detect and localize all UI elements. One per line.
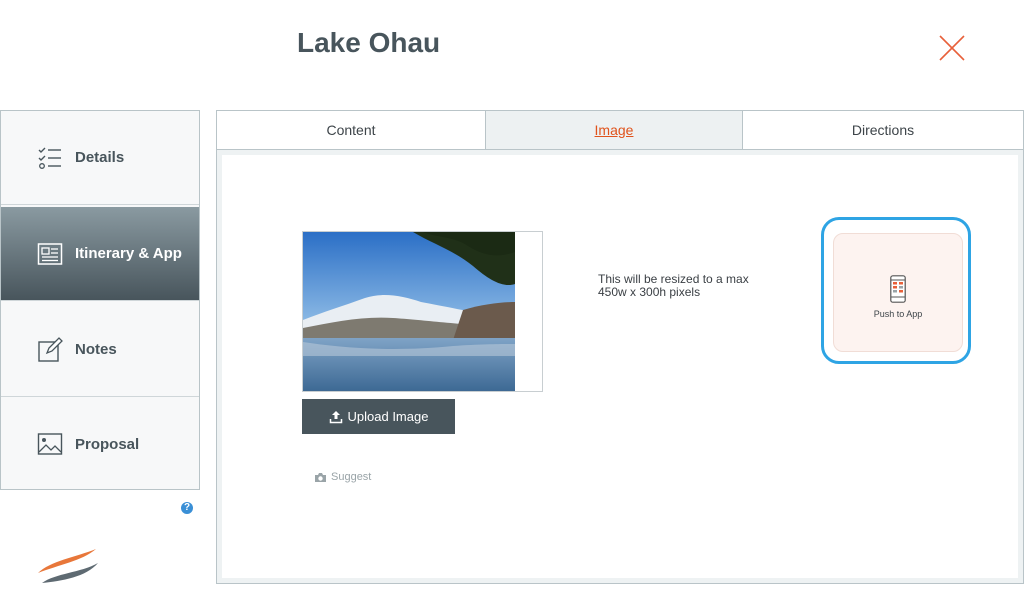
sidebar-item-label: Proposal [75,435,140,453]
sidebar-item-proposal[interactable]: Proposal [1,397,199,491]
lake-photo [303,232,515,391]
image-preview [302,231,543,392]
upload-image-button[interactable]: Upload Image [302,399,455,434]
sidebar-item-notes[interactable]: Notes [1,303,199,397]
main-panel: Content Image Directions Upload Image Su… [216,110,1024,584]
suggest-link[interactable]: Suggest [314,471,371,483]
sidebar-item-itinerary[interactable]: Itinerary & App [1,207,199,301]
sidebar: Details Itinerary & App Notes Proposal [0,110,200,490]
edit-icon [38,336,63,362]
sidebar-item-label: Notes [75,341,117,358]
page-title: Lake Ohau [297,27,441,58]
image-icon [37,433,63,455]
tab-directions[interactable]: Directions [743,111,1023,150]
image-tab-content: Upload Image Suggest This will be resize… [222,155,1018,578]
checklist-icon [38,147,61,169]
push-to-app-focus-ring: Push to App [821,217,971,364]
tab-bar: Content Image Directions [217,111,1023,150]
sidebar-item-label: Itinerary & App [75,245,182,262]
upload-icon [329,410,342,423]
sidebar-item-label: Details [75,149,125,166]
upload-image-label: Upload Image [347,409,429,424]
push-to-app-button[interactable]: Push to App [833,233,963,352]
phone-icon [890,275,906,303]
tab-image[interactable]: Image [486,111,743,150]
suggest-label: Suggest [331,471,372,483]
close-icon[interactable] [938,34,966,62]
sidebar-item-details[interactable]: Details [1,111,199,205]
tab-content[interactable]: Content [217,111,486,150]
push-to-app-label: Push to App [873,309,923,319]
resize-note: This will be resized to a max 450w x 300… [598,272,749,299]
camera-icon [315,472,326,482]
newspaper-icon [37,242,63,265]
logo [38,549,98,583]
help-icon[interactable]: ? [181,502,193,514]
